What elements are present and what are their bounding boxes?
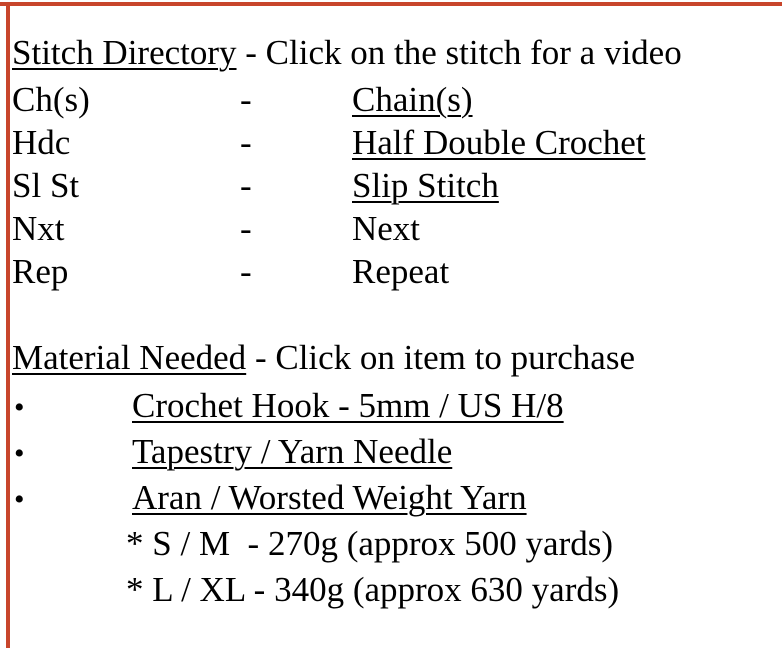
material-list-item: • Tapestry / Yarn Needle <box>12 429 772 475</box>
stitch-abbr: Sl St <box>12 166 80 205</box>
stitch-row: Nxt - Next <box>12 207 772 250</box>
material-needed-heading: Material Needed <box>12 338 247 377</box>
yarn-quantity-note: * L / XL - 340g (approx 630 yards) <box>12 567 772 613</box>
material-needed-heading-note: - Click on item to purchase <box>246 338 635 377</box>
stitch-directory-heading-line: Stitch Directory - Click on the stitch f… <box>12 28 772 78</box>
stitch-abbr: Ch(s) <box>12 80 90 119</box>
yarn-quantity-small-medium: * S / M - 270g (approx 500 yards) <box>126 524 614 563</box>
pattern-document-page: Stitch Directory - Click on the stitch f… <box>0 0 782 648</box>
material-item-link[interactable]: Tapestry / Yarn Needle <box>132 429 772 475</box>
yarn-quantity-large-xlarge: * L / XL - 340g (approx 630 yards) <box>126 570 620 609</box>
stitch-separator: - <box>240 123 252 162</box>
stitch-definition: Next <box>352 209 421 248</box>
stitch-directory-heading-note: - Click on the stitch for a video <box>236 33 682 72</box>
stitch-directory-heading: Stitch Directory <box>12 33 237 72</box>
stitch-row: Sl St - Slip Stitch <box>12 164 772 207</box>
bullet-icon: • <box>14 437 25 470</box>
stitch-abbr: Nxt <box>12 209 65 248</box>
stitch-definition: Repeat <box>352 252 450 291</box>
stitch-separator: - <box>240 80 252 119</box>
stitch-separator: - <box>240 252 252 291</box>
stitch-row: Hdc - Half Double Crochet <box>12 121 772 164</box>
material-list-item: • Aran / Worsted Weight Yarn <box>12 475 772 521</box>
stitch-separator: - <box>240 166 252 205</box>
stitch-row: Ch(s) - Chain(s) <box>12 78 772 121</box>
stitch-definition-link[interactable]: Half Double Crochet <box>352 121 772 164</box>
material-item-link[interactable]: Crochet Hook - 5mm / US H/8 <box>132 383 772 429</box>
stitch-definition-link[interactable]: Chain(s) <box>352 78 772 121</box>
stitch-definition-link[interactable]: Slip Stitch <box>352 164 772 207</box>
material-needed-heading-line: Material Needed - Click on item to purch… <box>12 333 772 383</box>
bullet-icon: • <box>14 391 25 424</box>
bullet-icon: • <box>14 483 25 516</box>
material-item-link[interactable]: Aran / Worsted Weight Yarn <box>132 475 772 521</box>
yarn-quantity-note: * S / M - 270g (approx 500 yards) <box>12 521 772 567</box>
document-content: Stitch Directory - Click on the stitch f… <box>12 28 772 613</box>
stitch-abbr: Rep <box>12 252 69 291</box>
stitch-row: Rep - Repeat <box>12 250 772 293</box>
stitch-separator: - <box>240 209 252 248</box>
decorative-top-rule <box>0 2 782 6</box>
stitch-abbr: Hdc <box>12 123 71 162</box>
material-list-item: • Crochet Hook - 5mm / US H/8 <box>12 383 772 429</box>
decorative-left-rule <box>6 2 10 648</box>
